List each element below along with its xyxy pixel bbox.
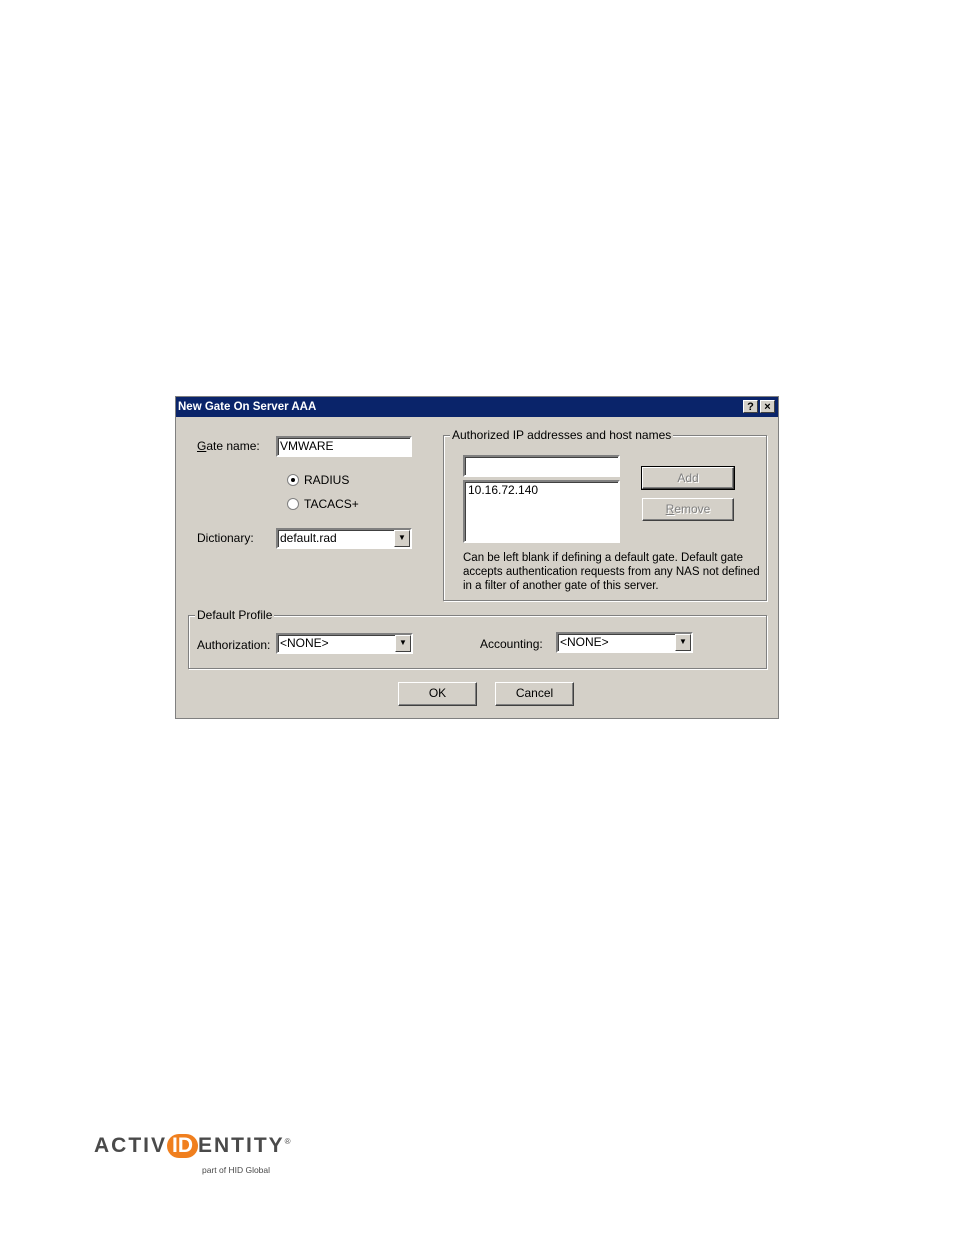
default-profile-group: Default Profile Authorization: <NONE> ▼ … — [188, 608, 767, 669]
address-input[interactable] — [463, 455, 620, 477]
list-item[interactable]: 10.16.72.140 — [468, 483, 615, 497]
dictionary-select[interactable]: default.rad ▼ — [276, 528, 412, 549]
accounting-label: Accounting: — [480, 637, 543, 651]
authorization-value: <NONE> — [280, 636, 329, 650]
blank-gate-note: Can be left blank if defining a default … — [463, 552, 760, 592]
authorized-addresses-title: Authorized IP addresses and host names — [450, 428, 674, 442]
dictionary-label: Dictionary: — [197, 531, 254, 545]
authorized-addresses-group: Authorized IP addresses and host names 1… — [443, 428, 767, 601]
chevron-down-icon[interactable]: ▼ — [394, 530, 410, 547]
address-list[interactable]: 10.16.72.140 — [463, 480, 620, 543]
add-button[interactable]: Add — [641, 466, 735, 490]
new-gate-dialog: New Gate On Server AAA ? × Gate name: VM… — [175, 396, 779, 719]
ok-button[interactable]: OK — [398, 682, 477, 706]
radio-selected-dot — [291, 478, 295, 482]
accounting-value: <NONE> — [560, 635, 609, 649]
radius-radio-label[interactable]: RADIUS — [304, 473, 349, 487]
dialog-titlebar: New Gate On Server AAA ? × — [176, 397, 778, 417]
cancel-button[interactable]: Cancel — [495, 682, 574, 706]
gate-name-input[interactable]: VMWARE — [276, 436, 412, 457]
dialog-title: New Gate On Server AAA — [178, 401, 317, 413]
dictionary-value: default.rad — [280, 531, 337, 545]
authorization-select[interactable]: <NONE> ▼ — [276, 633, 413, 654]
default-profile-title: Default Profile — [195, 608, 275, 622]
chevron-down-icon[interactable]: ▼ — [395, 635, 411, 652]
remove-button[interactable]: Remove — [642, 498, 734, 521]
logo-subtitle: part of HID Global — [202, 1165, 271, 1175]
close-button[interactable]: × — [760, 400, 775, 413]
tacacs-radio[interactable] — [287, 498, 299, 510]
radius-radio[interactable] — [287, 474, 299, 486]
activeidentity-logo: ACTIV ID ENTITY® — [94, 1134, 293, 1158]
gate-name-label: Gate name: — [197, 439, 260, 453]
help-button[interactable]: ? — [743, 400, 758, 413]
accounting-select[interactable]: <NONE> ▼ — [556, 632, 693, 653]
authorization-label: Authorization: — [197, 638, 271, 652]
chevron-down-icon[interactable]: ▼ — [675, 634, 691, 651]
tacacs-radio-label[interactable]: TACACS+ — [304, 497, 359, 511]
